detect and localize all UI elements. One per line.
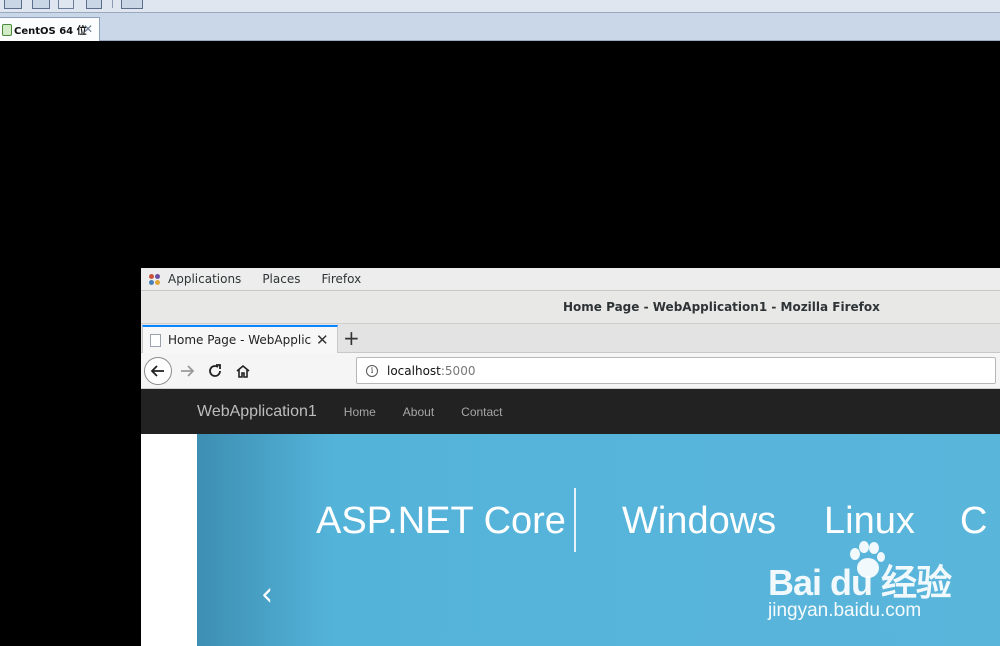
back-arrow-icon bbox=[150, 365, 164, 377]
forward-arrow-icon bbox=[181, 365, 195, 377]
tab-home-page[interactable]: Home Page - WebApplica ✕ bbox=[142, 325, 338, 353]
tab-title: Home Page - WebApplica bbox=[168, 333, 312, 347]
vm-stretch-icon[interactable] bbox=[58, 0, 74, 9]
nav-link-home[interactable]: Home bbox=[344, 405, 376, 419]
baidu-watermark: Bai du 经验 jingyan.baidu.com bbox=[768, 540, 968, 625]
page-margin bbox=[141, 434, 197, 646]
gnome-top-bar: Applications Places Firefox bbox=[141, 268, 1000, 291]
url-bar[interactable]: i localhost :5000 bbox=[356, 357, 996, 384]
vm-console-icon[interactable] bbox=[121, 0, 143, 9]
nav-link-about[interactable]: About bbox=[403, 405, 434, 419]
vm-tab-close-icon[interactable]: ✕ bbox=[83, 22, 93, 36]
forward-button[interactable] bbox=[173, 357, 201, 385]
watermark-logo-text: Bai du 经验 bbox=[768, 562, 952, 603]
carousel-prev-chevron-icon[interactable]: ‹ bbox=[261, 575, 273, 614]
new-tab-button[interactable]: + bbox=[343, 327, 360, 349]
carousel-item-windows: Windows bbox=[622, 500, 777, 542]
reload-button[interactable] bbox=[201, 357, 229, 385]
home-button[interactable] bbox=[229, 357, 257, 385]
reload-icon bbox=[209, 364, 221, 377]
carousel-item-aspnet: ASP.NET Core bbox=[316, 500, 566, 542]
page-icon bbox=[150, 333, 161, 347]
vm-fullscreen-icon[interactable] bbox=[4, 0, 22, 9]
vm-machine-icon bbox=[2, 23, 12, 36]
gnome-menu-places[interactable]: Places bbox=[262, 272, 300, 286]
vm-tab-label: CentOS 64 位 bbox=[14, 26, 87, 37]
vm-tabstrip: CentOS 64 位 ✕ bbox=[0, 13, 1000, 41]
back-button[interactable] bbox=[144, 357, 172, 385]
watermark-url: jingyan.baidu.com bbox=[768, 600, 922, 621]
site-info-icon[interactable]: i bbox=[366, 364, 378, 377]
firefox-tabbar: Home Page - WebApplica ✕ + bbox=[141, 324, 1000, 353]
home-icon bbox=[236, 364, 250, 378]
carousel-divider bbox=[574, 488, 576, 552]
site-brand-link[interactable]: WebApplication1 bbox=[197, 403, 317, 421]
carousel-item-truncated: C bbox=[960, 500, 988, 542]
window-title: Home Page - WebApplication1 - Mozilla Fi… bbox=[563, 300, 880, 314]
vm-zoom-icon[interactable] bbox=[86, 0, 102, 9]
gnome-menu-firefox[interactable]: Firefox bbox=[321, 272, 361, 286]
url-host: localhost bbox=[387, 363, 441, 378]
vm-tab-centos[interactable]: CentOS 64 位 ✕ bbox=[0, 17, 100, 41]
url-port: :5000 bbox=[440, 363, 476, 378]
gnome-foot-icon bbox=[149, 273, 160, 285]
vm-toolbar bbox=[0, 0, 1000, 13]
vm-toolbar-separator bbox=[112, 0, 113, 8]
tab-close-icon[interactable]: ✕ bbox=[316, 331, 329, 349]
site-navbar: WebApplication1 Home About Contact bbox=[141, 389, 1000, 434]
nav-link-contact[interactable]: Contact bbox=[461, 405, 502, 419]
vm-window: CentOS 64 位 ✕ Applications Places Firefo… bbox=[0, 0, 1000, 646]
carousel-item-linux: Linux bbox=[824, 500, 915, 542]
firefox-titlebar: Home Page - WebApplication1 - Mozilla Fi… bbox=[141, 291, 1000, 324]
firefox-navbar: i localhost :5000 bbox=[141, 353, 1000, 634]
gnome-menu-applications[interactable]: Applications bbox=[168, 272, 241, 286]
vm-unity-icon[interactable] bbox=[32, 0, 50, 9]
